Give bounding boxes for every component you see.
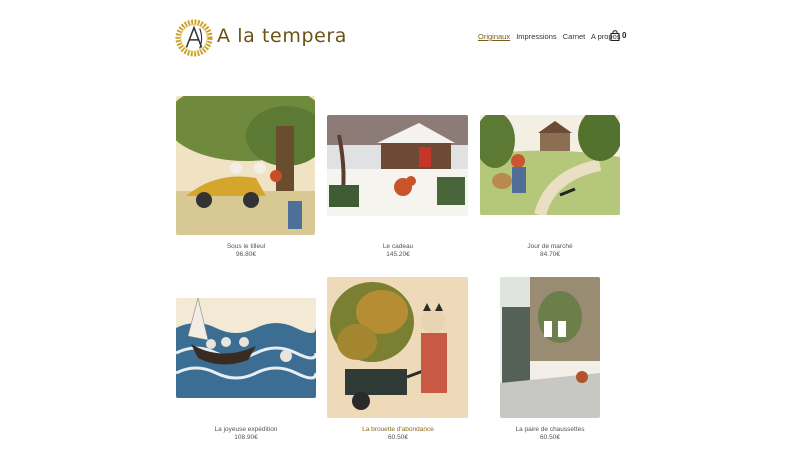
product-price: 96.80€ — [236, 251, 256, 258]
product-name[interactable]: Jour de marché — [470, 243, 630, 250]
product-image[interactable] — [176, 298, 316, 398]
product-price: 60.50€ — [388, 434, 408, 441]
product-name[interactable]: La paire de chaussettes — [470, 426, 630, 433]
product-name[interactable]: La joyeuse expédition — [166, 426, 326, 433]
product-price: 145.20€ — [386, 251, 410, 258]
product-image[interactable] — [327, 115, 468, 216]
product-name[interactable]: Le cadeau — [318, 243, 478, 250]
product-image[interactable] — [480, 115, 620, 215]
product-price: 60.50€ — [540, 434, 560, 441]
product-name[interactable]: Sous le tilleul — [166, 243, 326, 250]
product-image[interactable] — [500, 277, 600, 418]
product-grid: Sous le tilleul 96.80€ Le cadeau 145.20€ — [0, 0, 800, 450]
product-price: 84.70€ — [540, 251, 560, 258]
product-price: 108.90€ — [234, 434, 258, 441]
product-image[interactable] — [176, 96, 315, 235]
product-name[interactable]: La brouette d'abondance — [318, 426, 478, 433]
product-image[interactable] — [327, 277, 468, 418]
